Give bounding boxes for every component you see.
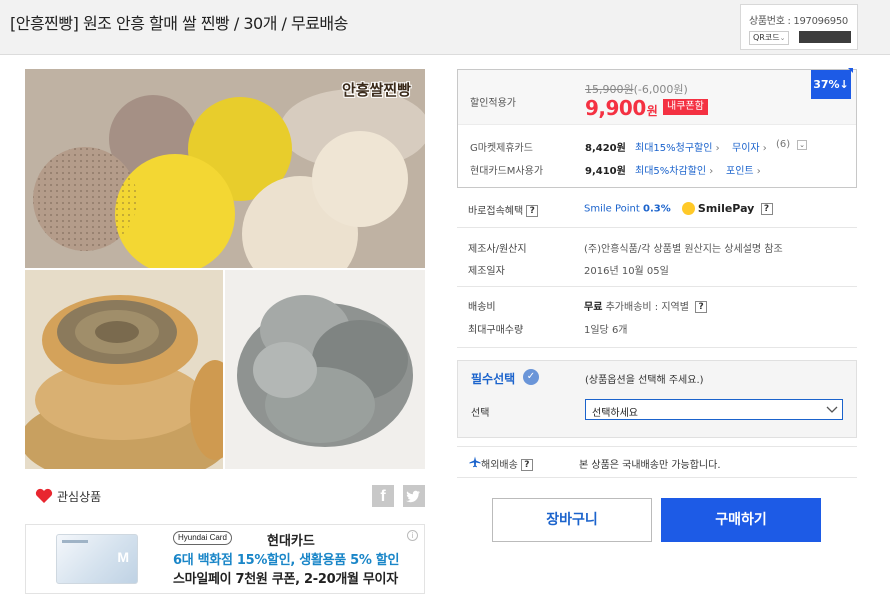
card-amount: 9,410원 bbox=[585, 166, 626, 177]
chevron-right-icon: › bbox=[715, 143, 720, 154]
maker-value: (주)안흥식품/각 상품별 원산지는 상세설명 참조 bbox=[584, 244, 783, 255]
benefit-label: 바로접속혜택 bbox=[468, 206, 524, 217]
product-number-box: 상품번호 : 197096950 QR코드⌄ bbox=[740, 4, 858, 50]
main-product-photo[interactable]: 안흥쌀찐빵 bbox=[25, 69, 425, 268]
smile-point-rate: 0.3% bbox=[643, 203, 671, 215]
original-price-value: 15,900원 bbox=[585, 83, 634, 96]
card-chip-strip bbox=[62, 540, 88, 543]
card-name: 현대카드 bbox=[267, 534, 315, 549]
installment-link[interactable]: 무이자 › bbox=[732, 139, 767, 154]
twitter-icon[interactable] bbox=[403, 485, 425, 507]
chevron-right-icon: › bbox=[756, 166, 761, 177]
question-icon[interactable]: ? bbox=[695, 301, 708, 313]
shipping-section: 배송비 무료 추가배송비 : 지역별 ? 최대구매수량 1일당 6개 bbox=[457, 287, 857, 348]
credit-card-image: M bbox=[56, 534, 138, 584]
twitter-bird-glyph bbox=[406, 490, 420, 503]
wishlist-button[interactable]: 관심상품 bbox=[35, 486, 101, 506]
overseas-shipping-row: 해외배송? 본 상품은 국내배송만 가능합니다. bbox=[457, 446, 857, 478]
manufacture-date-value: 2016년 10월 05일 bbox=[584, 266, 669, 277]
add-to-cart-button[interactable]: 장바구니 bbox=[492, 498, 652, 542]
sale-price: 9,900원 bbox=[585, 96, 658, 120]
masked-code-bar bbox=[799, 31, 851, 43]
shipping-value: 무료 추가배송비 : 지역별 ? bbox=[584, 298, 708, 313]
chevron-down-icon bbox=[826, 406, 838, 413]
max-purchase-value: 1일당 6개 bbox=[584, 325, 628, 336]
card-amount: 8,420원 bbox=[585, 143, 626, 154]
card-benefit: 최대15%청구할인 bbox=[635, 143, 713, 154]
maker-label: 제조사/원산지 bbox=[468, 244, 527, 255]
product-number: 상품번호 : 197096950 bbox=[749, 16, 848, 27]
price-box: 할인적용가 15,900원(-6,000원) 9,900원 내쿠폰함 37%↓ … bbox=[457, 68, 857, 188]
option-selector-box: 필수선택 ✓ (상품옵션을 선택해 주세요.) 선택 선택하세요 bbox=[457, 360, 857, 438]
promo-line-1: 6대 백화점 15%할인, 생활용품 5% 할인 bbox=[173, 553, 400, 568]
price-label: 할인적용가 bbox=[470, 98, 516, 109]
rice-cake-photo[interactable] bbox=[225, 270, 425, 469]
maker-section: 제조사/원산지 (주)안흥식품/각 상품별 원산지는 상세설명 참조 제조일자 … bbox=[457, 228, 857, 287]
overseas-label: 해외배송 bbox=[481, 460, 518, 471]
question-icon[interactable]: ? bbox=[760, 202, 773, 215]
chevron-down-icon[interactable]: ⌄ bbox=[797, 140, 807, 150]
discount-badge: 37%↓ bbox=[811, 68, 853, 99]
plane-icon bbox=[469, 456, 481, 468]
benefit-label-wrap: 바로접속혜택? bbox=[468, 202, 539, 217]
info-icon[interactable]: i bbox=[407, 530, 418, 541]
max-purchase-label: 최대구매수량 bbox=[468, 325, 524, 336]
card-benefit-link[interactable]: 최대5%차감할인 › bbox=[635, 162, 713, 177]
wishlist-label: 관심상품 bbox=[57, 489, 102, 504]
product-title: [안흥찐빵] 원조 안흥 할매 쌀 찐빵 / 30개 / 무료배송 bbox=[10, 14, 348, 33]
hyundai-card-logo: Hyundai Card bbox=[173, 531, 232, 545]
card-m-mark: M bbox=[117, 549, 129, 565]
check-badge-icon: ✓ bbox=[523, 369, 539, 385]
benefit-value: Smile Point 0.3% SmilePay ? bbox=[584, 202, 773, 215]
option-select-value: 선택하세요 bbox=[592, 408, 638, 419]
hyundai-card-banner[interactable]: M Hyundai Card 현대카드 6대 백화점 15%할인, 생활용품 5… bbox=[25, 524, 425, 594]
chevron-right-icon: › bbox=[762, 143, 767, 154]
chevron-right-icon: › bbox=[709, 166, 714, 177]
coupon-button[interactable]: 내쿠폰함 bbox=[663, 99, 708, 115]
buy-now-button[interactable]: 구매하기 bbox=[661, 498, 821, 542]
overseas-text: 본 상품은 국내배송만 가능합니다. bbox=[579, 460, 721, 471]
overseas-label-wrap: 해외배송? bbox=[481, 456, 533, 471]
sale-price-unit: 원 bbox=[646, 104, 658, 118]
original-price: 15,900원(-6,000원) bbox=[585, 81, 688, 97]
option-select[interactable]: 선택하세요 bbox=[585, 399, 843, 420]
price-summary: 할인적용가 15,900원(-6,000원) 9,900원 내쿠폰함 37%↓ bbox=[458, 68, 856, 125]
card-benefit-link[interactable]: 최대15%청구할인 › bbox=[635, 139, 720, 154]
smilepay-text: SmilePay bbox=[697, 202, 755, 215]
installment-label: 무이자 bbox=[732, 143, 760, 154]
qr-code-label: QR코드 bbox=[753, 33, 780, 42]
installment-count: (6) bbox=[776, 139, 791, 150]
option-select-label: 선택 bbox=[471, 408, 490, 419]
facebook-icon[interactable]: f bbox=[372, 485, 394, 507]
shipping-extra: 추가배송비 : 지역별 bbox=[605, 302, 689, 313]
question-icon[interactable]: ? bbox=[526, 205, 539, 217]
sale-price-value: 9,900 bbox=[585, 96, 646, 120]
product-image-gallery[interactable]: 안흥쌀찐빵 bbox=[25, 69, 425, 469]
chevron-down-icon: ⌄ bbox=[779, 34, 786, 42]
option-hint: (상품옵션을 선택해 주세요.) bbox=[585, 375, 704, 386]
rice-cake-illustration bbox=[225, 270, 425, 469]
qr-code-button[interactable]: QR코드⌄ bbox=[749, 31, 790, 45]
card-benefit: 최대5%차감할인 bbox=[635, 166, 707, 177]
fried-bun-illustration bbox=[25, 270, 223, 469]
manufacture-date-label: 제조일자 bbox=[468, 266, 505, 277]
shipping-free: 무료 bbox=[584, 302, 603, 313]
benefit-section: 바로접속혜택? Smile Point 0.3% SmilePay ? bbox=[457, 188, 857, 228]
points-label: 포인트 bbox=[726, 166, 754, 177]
smilepay-dot-icon bbox=[681, 202, 695, 215]
smilepay-logo: SmilePay bbox=[681, 202, 755, 215]
fried-bun-photo[interactable] bbox=[25, 270, 223, 469]
product-header: [안흥찐빵] 원조 안흥 할매 쌀 찐빵 / 30개 / 무료배송 상품번호 :… bbox=[0, 0, 890, 55]
smile-point-label: Smile Point bbox=[584, 203, 640, 215]
points-link[interactable]: 포인트 › bbox=[726, 162, 761, 177]
image-caption: 안흥쌀찐빵 bbox=[341, 81, 411, 99]
shipping-label: 배송비 bbox=[468, 302, 496, 313]
card-label: 현대카드M사용가 bbox=[470, 166, 544, 177]
promo-line-2: 스마일페이 7천원 쿠폰, 2-20개월 무이자 bbox=[173, 572, 398, 587]
discount-amount: (-6,000원) bbox=[633, 83, 688, 96]
question-icon[interactable]: ? bbox=[520, 459, 533, 471]
heart-icon bbox=[35, 488, 53, 503]
required-option-label: 필수선택 bbox=[471, 372, 516, 386]
card-label: G마켓제휴카드 bbox=[470, 143, 533, 154]
